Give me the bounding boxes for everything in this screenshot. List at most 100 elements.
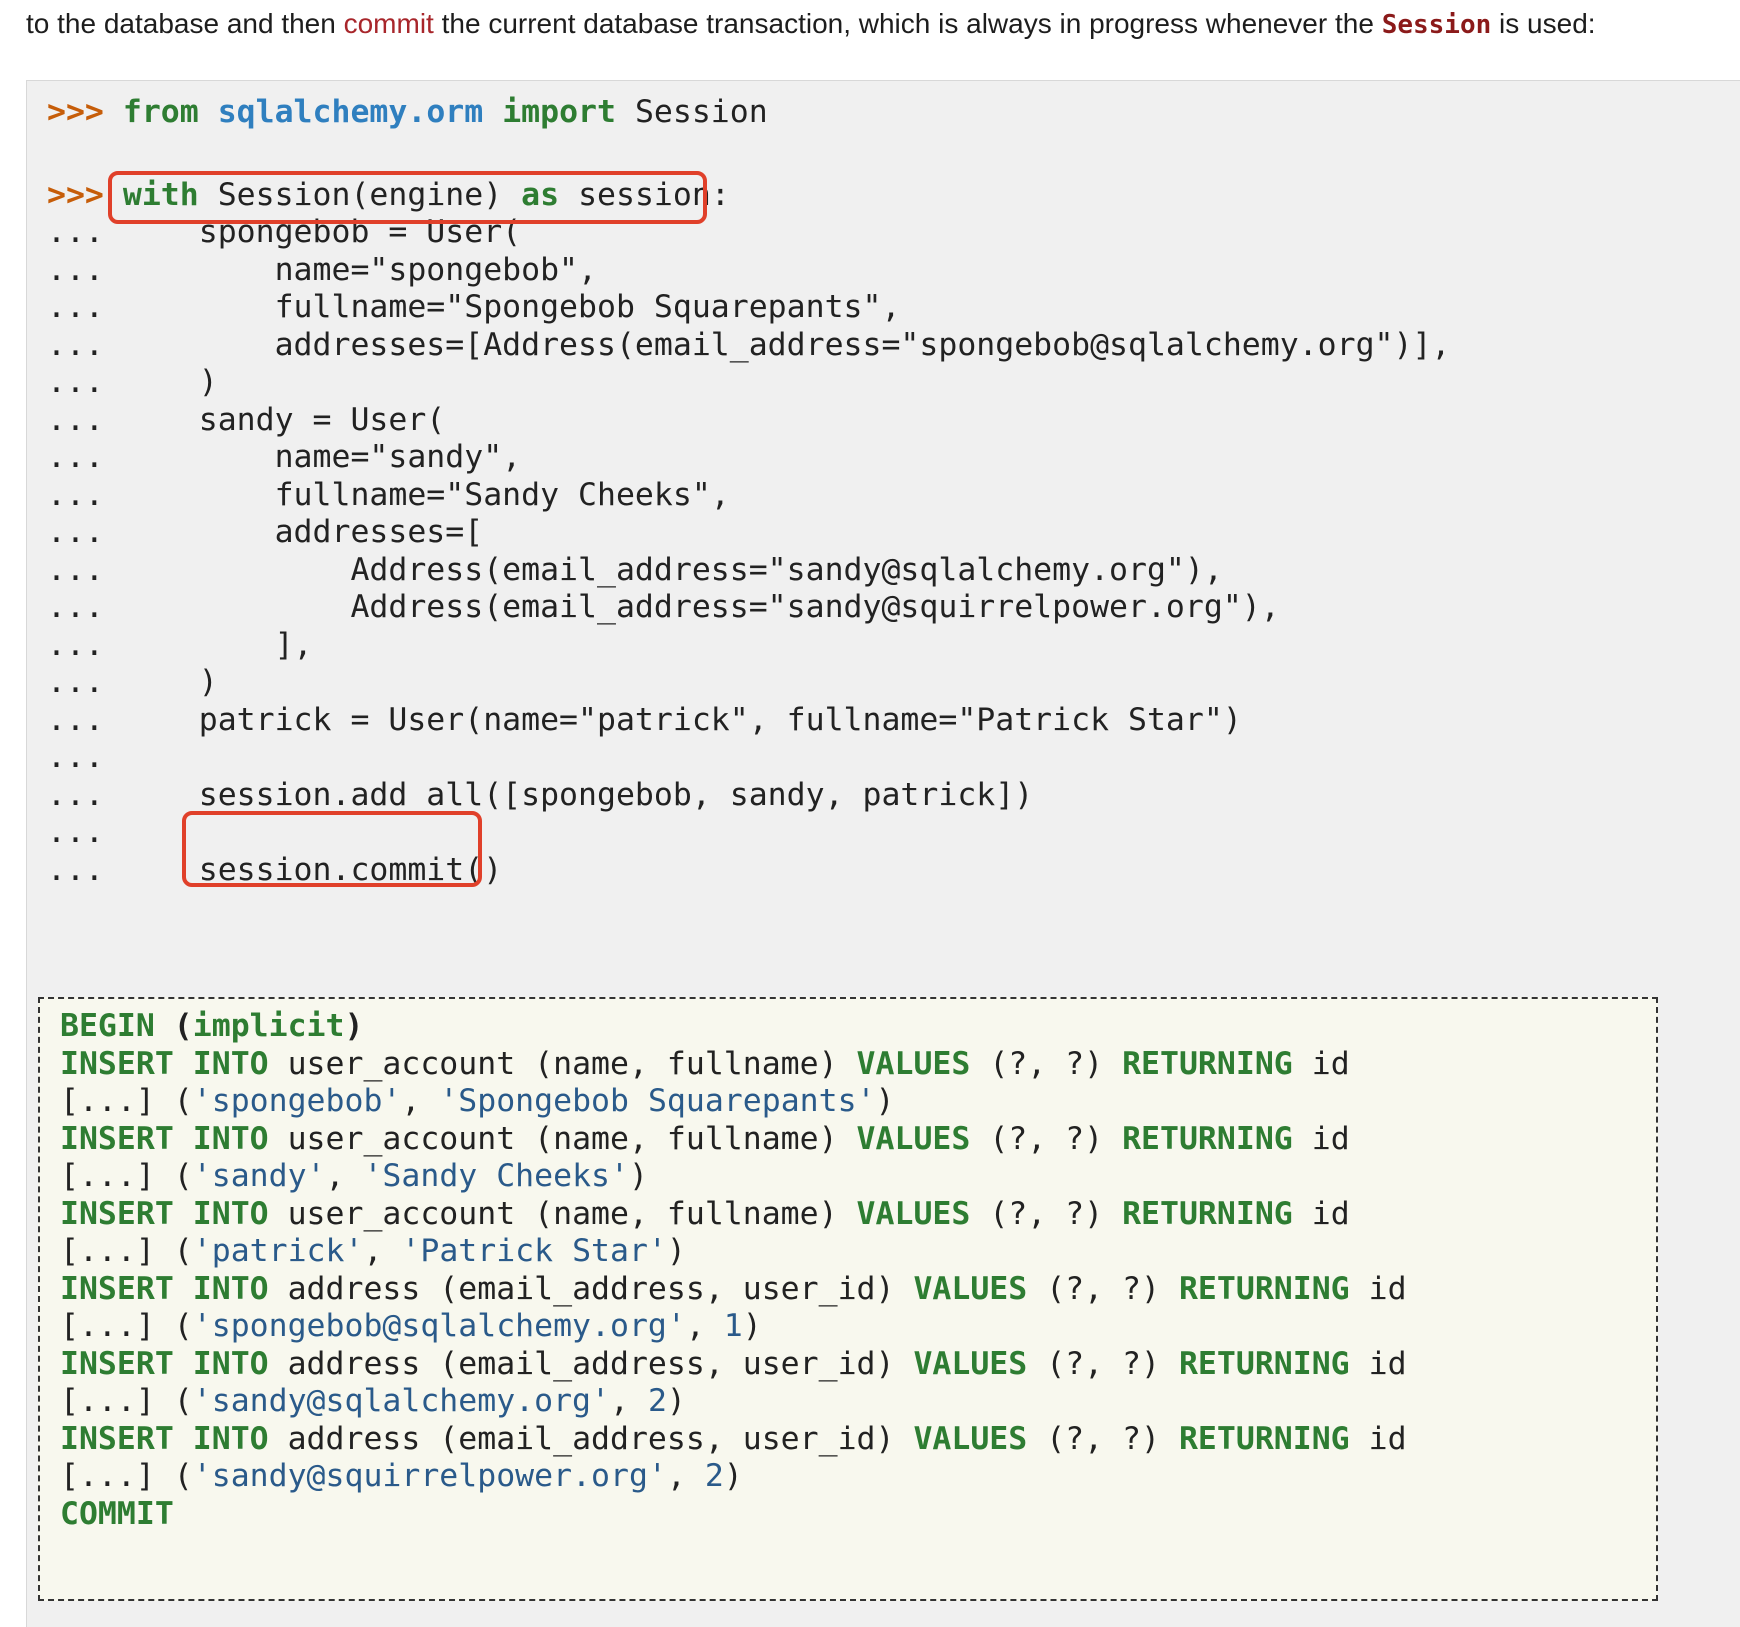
sql-keyword: RETURNING xyxy=(1178,1420,1350,1457)
code-line: ... addresses=[Address(email_address="sp… xyxy=(47,325,1450,366)
sql-id: id xyxy=(1311,1195,1350,1232)
sql-ellipsis: [...] xyxy=(60,1458,155,1494)
continuation-prompt: ... xyxy=(47,439,104,475)
sql-keyword: VALUES xyxy=(913,1270,1028,1307)
code-line: ... Address(email_address="sandy@squirre… xyxy=(47,587,1280,628)
continuation-prompt: ... xyxy=(47,814,104,850)
sql-param: 'Spongebob Squarepants' xyxy=(439,1083,876,1119)
sql-implicit-word: implicit xyxy=(192,1008,345,1044)
continuation-prompt: ... xyxy=(47,476,104,513)
sql-placeholders: (?, ?) xyxy=(989,1120,1104,1157)
session-code-ref: Session xyxy=(1381,10,1492,40)
sql-id: id xyxy=(1368,1420,1407,1457)
sql-placeholders: (?, ?) xyxy=(989,1195,1104,1232)
continuation-prompt: ... xyxy=(47,251,104,288)
code-line: ... ) xyxy=(47,362,218,403)
code-line: ... name="sandy", xyxy=(47,437,521,478)
prompt: >>> xyxy=(47,177,104,213)
import-name: Session xyxy=(634,94,768,130)
code-line: ... patrick = User(name="patrick", fulln… xyxy=(47,700,1242,741)
sql-params-line: [...] ('sandy@sqlalchemy.org', 2) xyxy=(60,1383,686,1419)
sql-table: user_account (name, fullname) xyxy=(287,1045,838,1082)
sql-keyword: INTO xyxy=(192,1345,269,1382)
sql-param: 'sandy@sqlalchemy.org' xyxy=(192,1383,610,1419)
code-line: ... ) xyxy=(47,662,218,703)
code-line: ... fullname="Sandy Cheeks", xyxy=(47,475,730,516)
sql-params-line: [...] ('patrick', 'Patrick Star') xyxy=(60,1233,686,1269)
code-text: name="sandy", xyxy=(122,439,522,475)
sql-keyword: INSERT xyxy=(60,1420,174,1457)
code-line: ... sandy = User( xyxy=(47,400,445,441)
sql-keyword: COMMIT xyxy=(60,1495,174,1532)
sql-ellipsis: [...] xyxy=(60,1308,155,1344)
sql-keyword: INTO xyxy=(192,1270,269,1307)
code-text: session.add_all([spongebob, sandy, patri… xyxy=(122,776,1034,813)
sql-keyword: VALUES xyxy=(856,1045,971,1082)
sql-insert-line: INSERT INTO user_account (name, fullname… xyxy=(60,1194,1350,1235)
continuation-prompt: ... xyxy=(47,401,104,438)
code-line-import: >>> from sqlalchemy.orm import Session xyxy=(47,92,768,133)
code-line: ... fullname="Spongebob Squarepants", xyxy=(47,287,900,328)
sql-keyword: RETURNING xyxy=(1178,1270,1350,1307)
sql-keyword: RETURNING xyxy=(1122,1120,1293,1157)
sql-param: 'sandy' xyxy=(192,1158,326,1194)
code-line: ... addresses=[ xyxy=(47,512,483,553)
code-line: ... name="spongebob", xyxy=(47,250,597,291)
sql-insert-line: INSERT INTO user_account (name, fullname… xyxy=(60,1119,1350,1160)
code-line: ... xyxy=(47,737,123,778)
continuation-prompt: ... xyxy=(47,589,104,625)
sql-params-line: [...] ('spongebob', 'Spongebob Squarepan… xyxy=(60,1083,895,1119)
sql-placeholders: (?, ?) xyxy=(1046,1270,1160,1307)
sql-implicit: (implicit) xyxy=(173,1008,364,1044)
code-text: ) xyxy=(122,364,218,400)
continuation-prompt: ... xyxy=(47,551,104,588)
sql-keyword: INTO xyxy=(192,1120,269,1157)
continuation-prompt: ... xyxy=(47,701,104,738)
sql-keyword: INTO xyxy=(192,1420,269,1457)
sql-id: id xyxy=(1368,1345,1407,1382)
code-text: ) xyxy=(122,664,218,700)
sql-params-line: [...] ('sandy', 'Sandy Cheeks') xyxy=(60,1158,648,1194)
sql-param: 2 xyxy=(704,1458,724,1494)
sql-keyword: RETURNING xyxy=(1122,1045,1293,1082)
sql-keyword: INSERT xyxy=(60,1195,174,1232)
continuation-prompt: ... xyxy=(47,739,104,775)
sql-param: 'Sandy Cheeks' xyxy=(363,1158,629,1194)
keyword-import: import xyxy=(502,94,616,130)
continuation-prompt: ... xyxy=(47,289,104,325)
sql-keyword: INSERT xyxy=(60,1120,174,1157)
code-text: ], xyxy=(122,626,313,663)
keyword-from: from xyxy=(122,94,199,130)
sql-param: 1 xyxy=(723,1308,743,1344)
sql-param: 'Patrick Star' xyxy=(401,1233,667,1269)
sql-ellipsis: [...] xyxy=(60,1233,155,1269)
sql-param: 'spongebob@sqlalchemy.org' xyxy=(192,1308,686,1344)
code-line: ... Address(email_address="sandy@sqlalch… xyxy=(47,550,1223,591)
continuation-prompt: ... xyxy=(47,364,104,400)
code-text: fullname="Sandy Cheeks", xyxy=(122,476,730,513)
sql-id: id xyxy=(1368,1270,1407,1307)
code-text: addresses=[ xyxy=(122,514,484,550)
code-text: addresses=[Address(email_address="sponge… xyxy=(122,326,1451,363)
code-text: fullname="Spongebob Squarepants", xyxy=(122,289,901,325)
sql-keyword: VALUES xyxy=(856,1195,971,1232)
intro-text-after: is used: xyxy=(1491,8,1596,39)
code-text: sandy = User( xyxy=(122,401,446,438)
continuation-prompt: ... xyxy=(47,626,104,663)
sql-ellipsis: [...] xyxy=(60,1083,155,1119)
intro-text-before: to the database and then xyxy=(26,8,344,39)
continuation-prompt: ... xyxy=(47,514,104,550)
sql-table: address (email_address, user_id) xyxy=(287,1270,895,1307)
sql-param: 2 xyxy=(647,1383,667,1419)
sql-insert-line: INSERT INTO address (email_address, user… xyxy=(60,1269,1407,1310)
continuation-prompt: ... xyxy=(47,664,104,700)
sql-params-line: [...] ('sandy@squirrelpower.org', 2) xyxy=(60,1458,743,1494)
sql-keyword: INTO xyxy=(192,1045,269,1082)
sql-table: user_account (name, fullname) xyxy=(287,1195,838,1232)
sql-placeholders: (?, ?) xyxy=(1046,1420,1160,1457)
sql-id: id xyxy=(1311,1120,1350,1157)
intro-text-middle: the current database transaction, which … xyxy=(433,8,1382,39)
sql-commit-line: COMMIT xyxy=(60,1494,174,1535)
sql-params-line: [...] ('spongebob@sqlalchemy.org', 1) xyxy=(60,1308,762,1344)
commit-link[interactable]: commit xyxy=(344,8,434,39)
